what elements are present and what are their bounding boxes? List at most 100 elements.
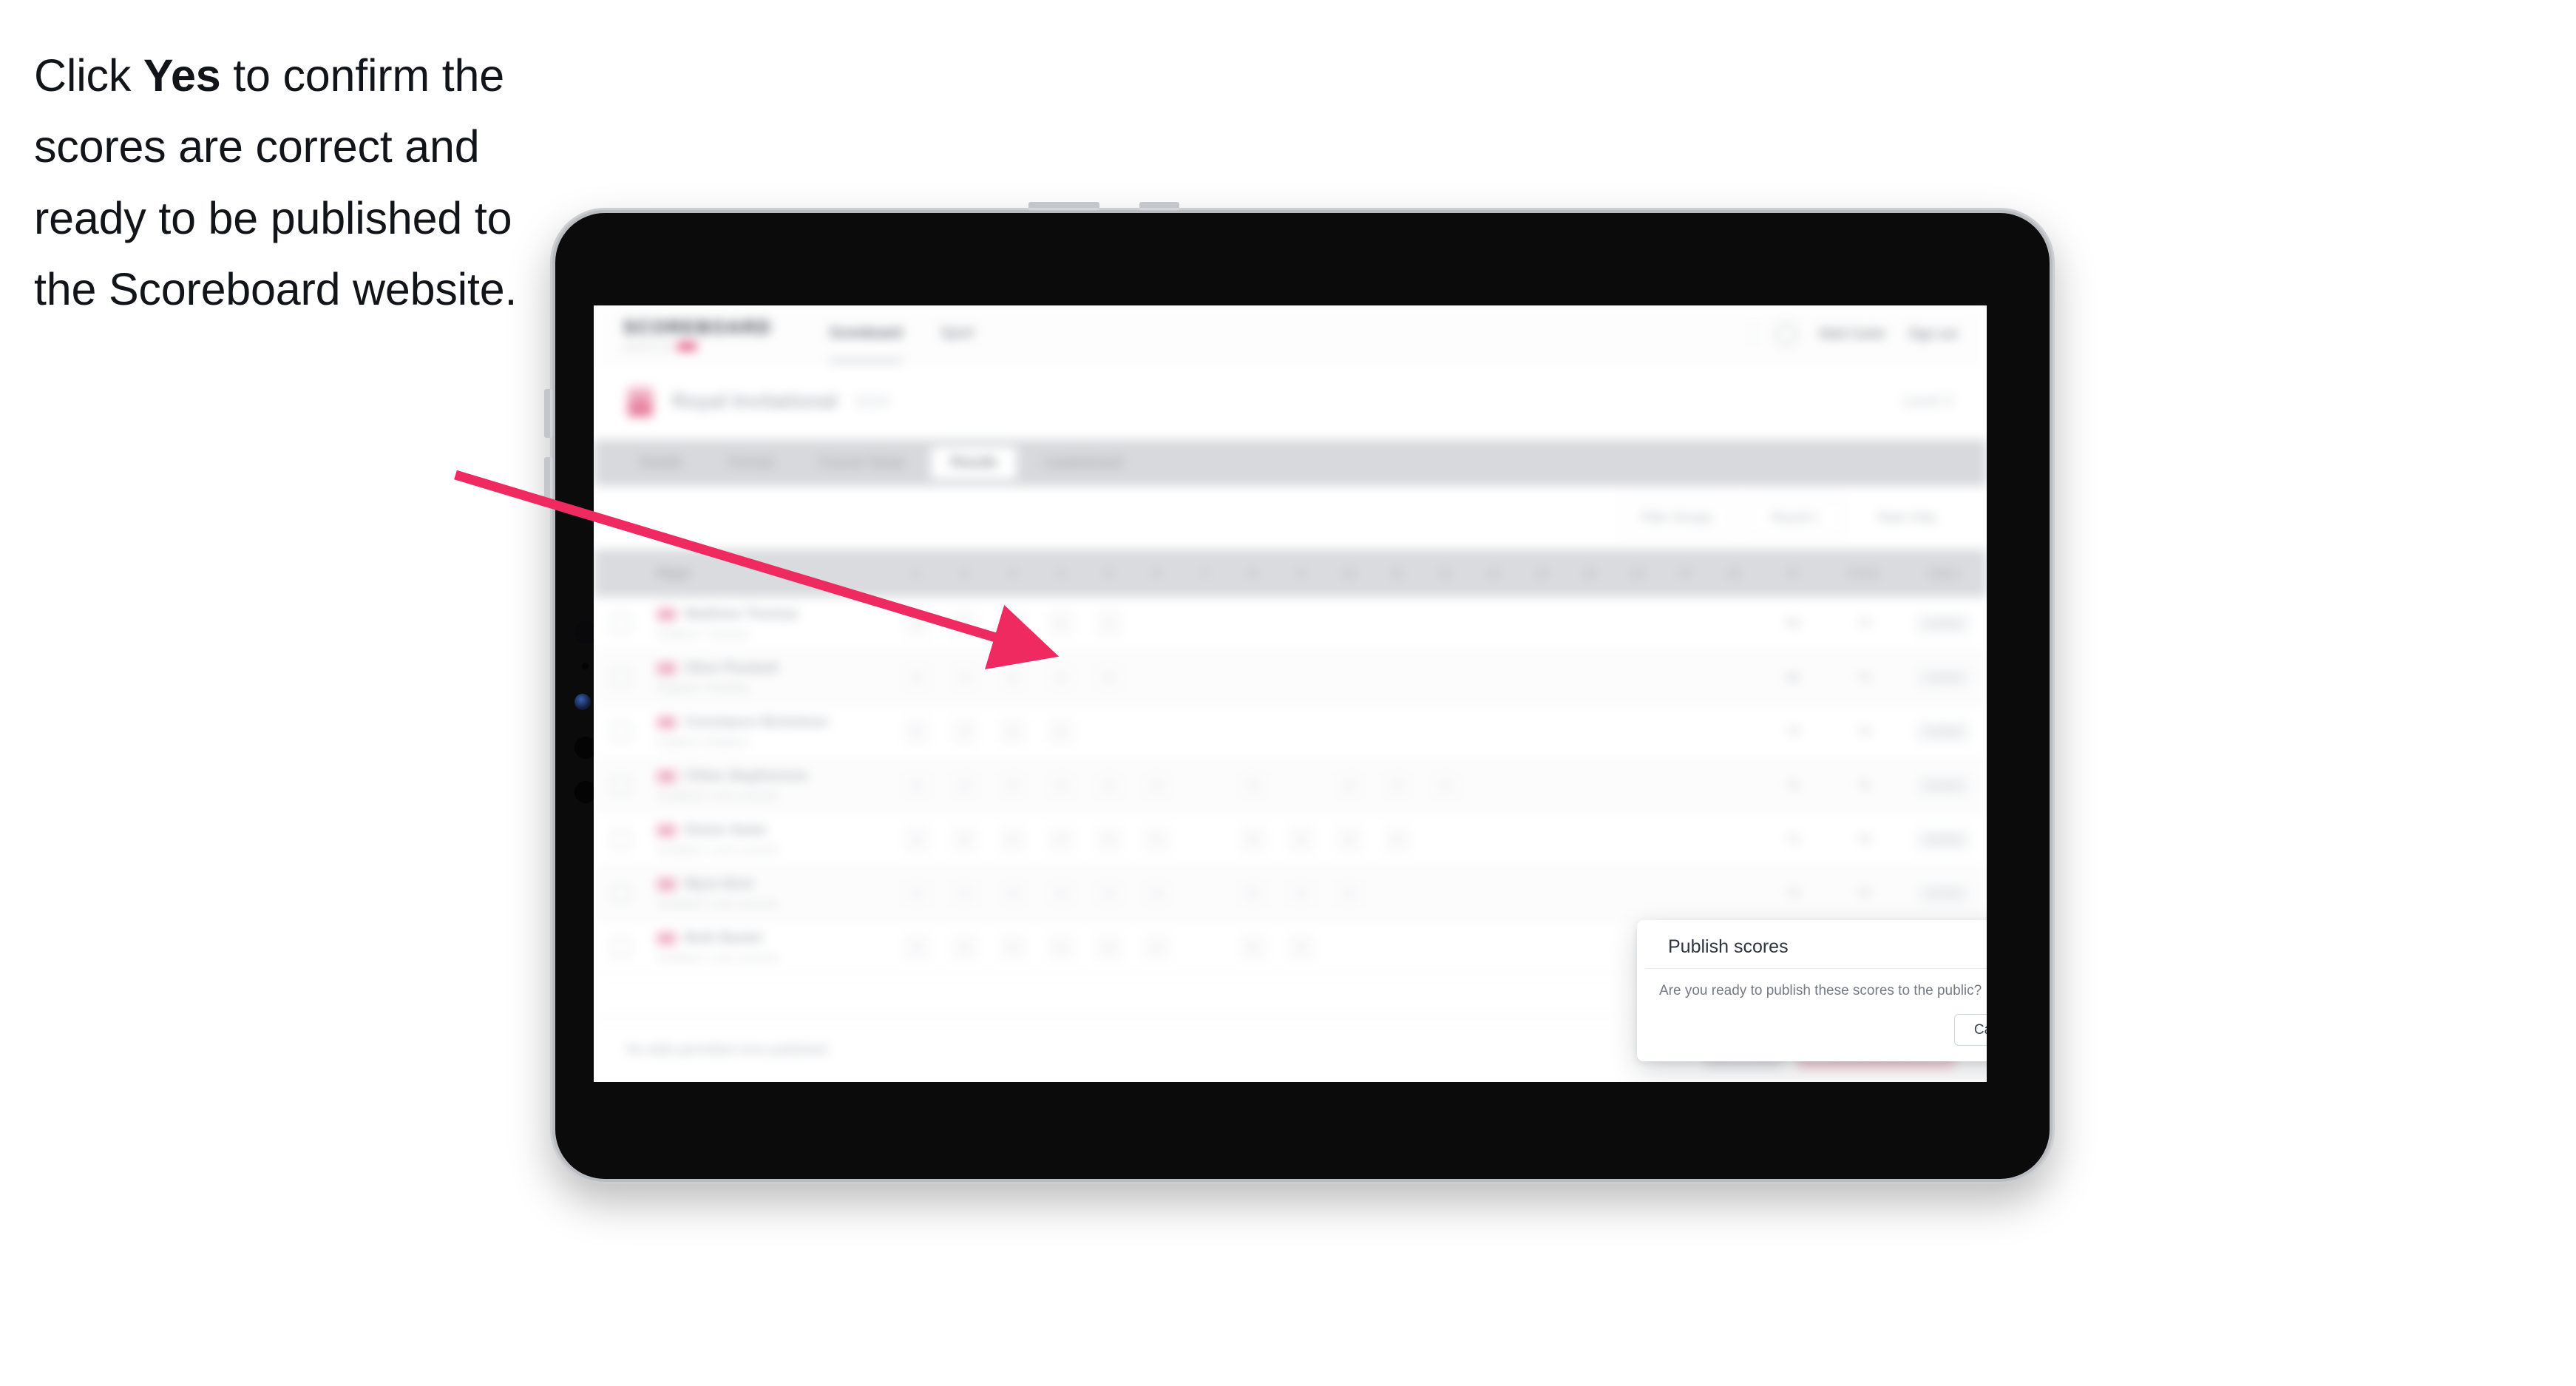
filter-groups-select[interactable]: Filter Groups <box>1621 500 1732 535</box>
score-input[interactable]: 4 <box>952 665 977 690</box>
row-checkbox[interactable] <box>611 722 657 741</box>
nav-user-name[interactable]: Matt Carter <box>1820 326 1886 342</box>
score-input[interactable]: 4 <box>1000 773 1026 798</box>
tab-results[interactable]: Results <box>931 447 1017 479</box>
score-cell[interactable]: 5 <box>1229 935 1277 960</box>
score-input[interactable]: 5 <box>1000 665 1026 690</box>
score-cell[interactable]: 4 <box>1085 611 1133 636</box>
checkbox-icon[interactable] <box>611 722 631 741</box>
score-input[interactable]: 4 <box>1048 935 1074 960</box>
nav-link-scoreboard[interactable]: Scoreboard <box>829 306 902 362</box>
score-cell[interactable]: 4 <box>892 665 940 690</box>
score-input[interactable]: 4 <box>1000 611 1026 636</box>
score-cell[interactable]: 4 <box>1325 827 1373 852</box>
row-checkbox[interactable] <box>611 614 657 633</box>
power-button[interactable] <box>544 389 553 438</box>
tab-format[interactable]: Format <box>709 447 792 479</box>
score-input[interactable]: 5 <box>1240 773 1266 798</box>
score-input[interactable]: 4 <box>952 827 977 852</box>
score-cell[interactable]: 4 <box>1037 665 1085 690</box>
score-input[interactable]: 4 <box>1048 773 1074 798</box>
score-cell[interactable]: 4 <box>1085 827 1133 852</box>
checkbox-icon[interactable] <box>611 776 631 795</box>
score-input[interactable]: 4 <box>1336 827 1362 852</box>
app-logo[interactable]: SCOREBOARD powered by <box>623 317 772 351</box>
score-cell[interactable]: 4 <box>1325 773 1373 798</box>
score-cell[interactable]: 4 <box>989 935 1037 960</box>
score-cell[interactable]: 4 <box>940 827 989 852</box>
score-cell[interactable]: 4 <box>1373 827 1421 852</box>
score-input[interactable]: 5 <box>904 719 929 744</box>
score-cell[interactable]: 4 <box>1373 773 1421 798</box>
score-input[interactable]: 4 <box>1000 827 1026 852</box>
row-checkbox[interactable] <box>611 830 657 849</box>
filter-round-select[interactable]: Round 1 <box>1747 500 1843 535</box>
score-input[interactable]: 4 <box>952 719 977 744</box>
score-cell[interactable]: 5 <box>940 611 989 636</box>
nav-sign-out[interactable]: Sign out <box>1908 326 1957 342</box>
score-input[interactable]: 4 <box>1000 881 1026 906</box>
score-input[interactable]: 4 <box>1096 773 1122 798</box>
score-input[interactable]: 5 <box>1240 935 1266 960</box>
score-cell[interactable]: 4 <box>892 611 940 636</box>
score-input[interactable]: 4 <box>904 611 929 636</box>
score-cell[interactable]: 4 <box>892 773 940 798</box>
score-input[interactable]: 5 <box>952 611 977 636</box>
score-input[interactable]: 4 <box>1096 827 1122 852</box>
score-input[interactable]: 5 <box>1240 827 1266 852</box>
score-input[interactable]: 4 <box>1048 665 1074 690</box>
score-cell[interactable]: 3 <box>1037 611 1085 636</box>
score-input[interactable]: 4 <box>1096 935 1122 960</box>
score-cell[interactable]: 4 <box>1133 773 1181 798</box>
tab-course-setup[interactable]: Course Setup <box>799 447 923 479</box>
cancel-button[interactable]: Cancel <box>1953 1014 1987 1046</box>
score-cell[interactable]: 4 <box>1037 935 1085 960</box>
score-input[interactable]: 4 <box>1288 827 1314 852</box>
score-input[interactable]: 4 <box>1336 773 1362 798</box>
score-cell[interactable]: 4 <box>940 881 989 906</box>
score-input[interactable]: 4 <box>1048 719 1074 744</box>
score-input[interactable]: 4 <box>1096 611 1122 636</box>
score-cell[interactable]: 4 <box>1133 881 1181 906</box>
table-row[interactable]: Chloe Stephenson Scotland / Loch Lomond 4 4… <box>594 759 1987 813</box>
score-input[interactable]: 4 <box>1144 773 1170 798</box>
checkbox-icon[interactable] <box>611 884 631 903</box>
score-cell[interactable]: 4 <box>940 665 989 690</box>
score-cell[interactable]: 4 <box>940 773 989 798</box>
table-row[interactable]: Eloise Swan Scotland / Loch Lomond 4 4 4 4 4 4 5… <box>594 813 1987 867</box>
side-button[interactable] <box>544 457 553 506</box>
score-cell[interactable]: 4 <box>1421 773 1469 798</box>
score-input[interactable]: 4 <box>904 881 929 906</box>
score-input[interactable]: 4 <box>1288 935 1314 960</box>
checkbox-icon[interactable] <box>611 830 631 849</box>
score-cell[interactable]: 4 <box>1085 935 1133 960</box>
score-input[interactable]: 4 <box>952 881 977 906</box>
score-input[interactable]: 4 <box>1144 827 1170 852</box>
score-cell[interactable]: 4 <box>989 881 1037 906</box>
score-input[interactable]: 4 <box>1000 719 1026 744</box>
checkbox-icon[interactable] <box>611 938 631 957</box>
score-input[interactable]: 4 <box>904 665 929 690</box>
score-input[interactable]: 4 <box>1000 935 1026 960</box>
score-input[interactable]: 4 <box>904 935 929 960</box>
score-cell[interactable]: 4 <box>1325 881 1373 906</box>
tab-details[interactable]: Details <box>620 447 702 479</box>
score-cell[interactable]: 5 <box>989 665 1037 690</box>
row-checkbox[interactable] <box>611 938 657 957</box>
score-input[interactable]: 4 <box>1432 773 1458 798</box>
volume-button-up[interactable] <box>1028 202 1099 211</box>
score-cell[interactable]: 4 <box>1277 881 1325 906</box>
score-input[interactable]: 4 <box>952 773 977 798</box>
score-cell[interactable]: 4 <box>1277 935 1325 960</box>
score-input[interactable]: 4 <box>1288 881 1314 906</box>
table-row[interactable]: Matthew Thomas England / Chelsea 4 5 4 3 4 69 74… <box>594 597 1987 651</box>
user-avatar-icon[interactable] <box>1775 322 1797 345</box>
checkbox-icon[interactable] <box>611 614 631 633</box>
score-cell[interactable]: 4 <box>1085 881 1133 906</box>
score-cell[interactable]: 4 <box>1085 665 1133 690</box>
row-checkbox[interactable] <box>611 884 657 903</box>
score-cell[interactable]: 4 <box>1037 881 1085 906</box>
score-input[interactable]: 4 <box>1144 881 1170 906</box>
score-input[interactable]: 3 <box>1048 611 1074 636</box>
score-cell[interactable]: 4 <box>1037 719 1085 744</box>
